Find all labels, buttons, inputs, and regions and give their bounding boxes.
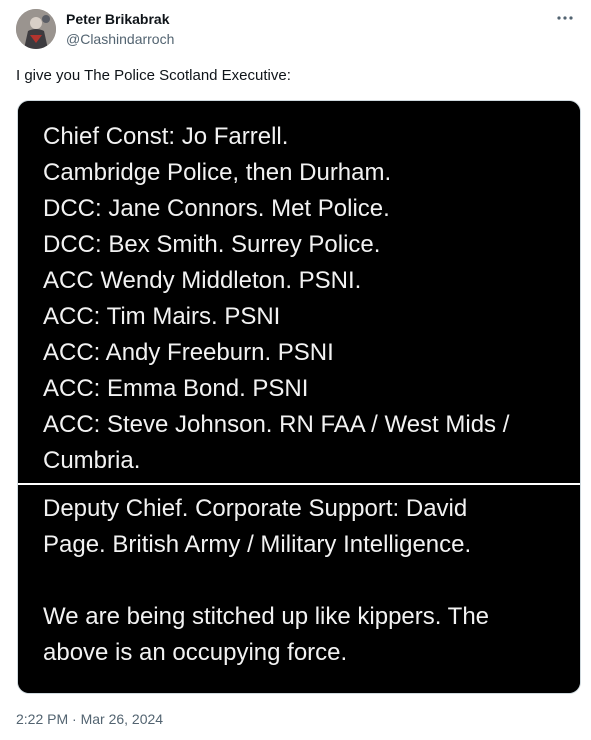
tweet-text: I give you The Police Scotland Executive…: [16, 67, 291, 84]
image-bottom-panel: Deputy Chief. Corporate Support: David P…: [18, 485, 580, 693]
image-line: ACC: Andy Freeburn. PSNI: [43, 339, 334, 366]
image-line: ACC Wendy Middleton. PSNI.: [43, 267, 362, 294]
tweet-timestamp[interactable]: 2:22 PM · Mar 26, 2024: [16, 710, 163, 729]
avatar[interactable]: [16, 9, 56, 49]
image-line: Cumbria.: [43, 447, 141, 474]
more-options-button[interactable]: [553, 8, 577, 28]
tweet-image[interactable]: Chief Const: Jo Farrell. Cambridge Polic…: [17, 100, 581, 694]
more-horizontal-icon: [557, 16, 573, 20]
image-top-panel: Chief Const: Jo Farrell. Cambridge Polic…: [18, 101, 580, 483]
image-line: DCC: Bex Smith. Surrey Police.: [43, 231, 381, 258]
image-line: ACC: Emma Bond. PSNI: [43, 375, 309, 402]
image-bottom-text: Deputy Chief. Corporate Support: David P…: [43, 491, 489, 671]
image-line: ACC: Tim Mairs. PSNI: [43, 303, 281, 330]
tweet-card: Peter Brikabrak @Clashindarroch I give y…: [0, 0, 591, 740]
author-display-name[interactable]: Peter Brikabrak: [66, 10, 174, 29]
author-block: Peter Brikabrak @Clashindarroch: [66, 10, 174, 49]
image-line: We are being stitched up like kippers. T…: [43, 603, 490, 630]
image-line: above is an occupying force.: [43, 639, 348, 666]
image-line: Deputy Chief. Corporate Support: David: [43, 495, 468, 522]
image-line: DCC: Jane Connors. Met Police.: [43, 195, 390, 222]
image-line: Chief Const: Jo Farrell.: [43, 123, 289, 150]
image-line: Cambridge Police, then Durham.: [43, 159, 392, 186]
image-line-gap: [43, 563, 489, 599]
image-top-text: Chief Const: Jo Farrell. Cambridge Polic…: [43, 119, 509, 479]
author-handle[interactable]: @Clashindarroch: [66, 30, 174, 49]
image-line: ACC: Steve Johnson. RN FAA / West Mids /: [43, 411, 510, 438]
image-line: Page. British Army / Military Intelligen…: [43, 531, 472, 558]
